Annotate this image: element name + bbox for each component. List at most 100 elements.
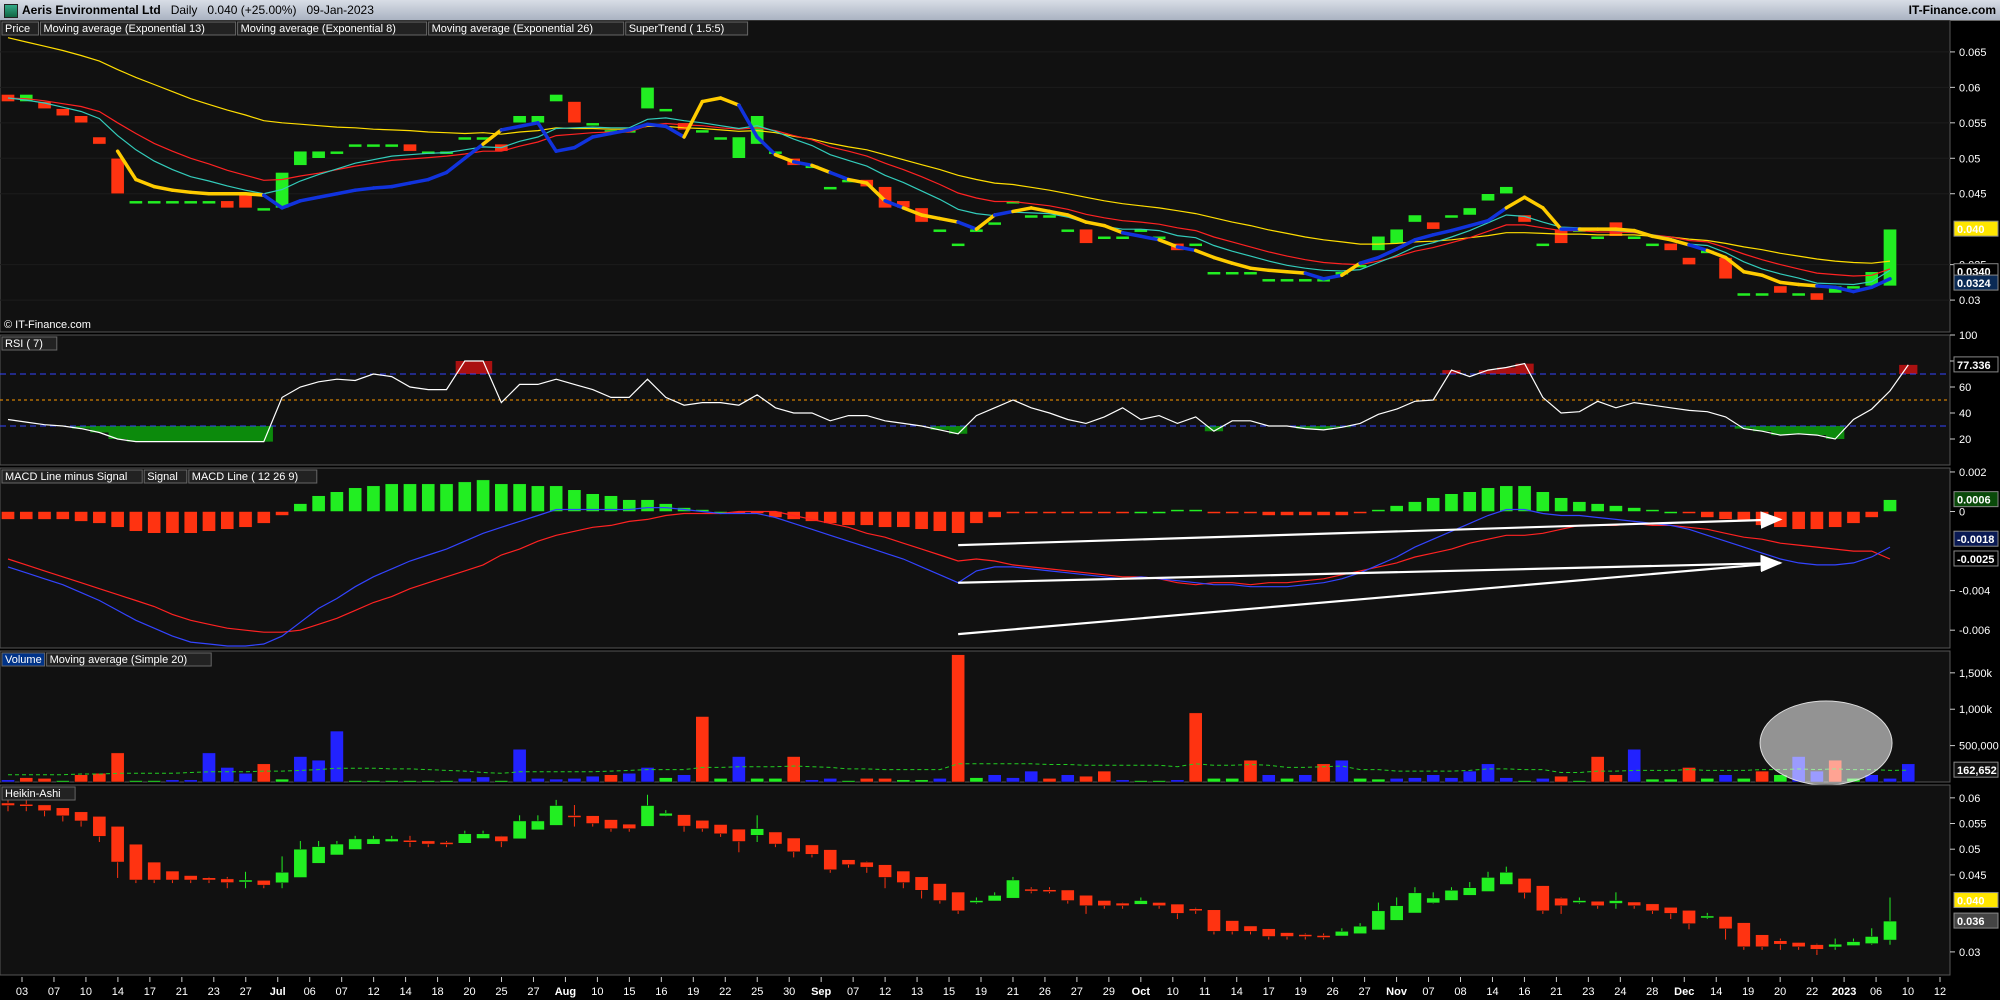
- volume-bar: [878, 778, 892, 783]
- price-legend-item: Moving average (Exponential 8): [241, 23, 396, 35]
- volume-bar: [768, 778, 783, 783]
- price-candle: [92, 136, 107, 145]
- rsi-axis-tick-label: 20: [1959, 434, 1971, 446]
- price-legend-item: Price: [5, 23, 30, 35]
- date-label: 17: [144, 986, 156, 998]
- price-candle: [567, 101, 582, 124]
- volume-bar: [19, 777, 34, 783]
- volume-bar: [549, 778, 563, 783]
- volume-bar: [1115, 779, 1130, 783]
- date-label: 16: [655, 986, 667, 998]
- volume-legend-item: Volume: [5, 654, 42, 666]
- ha-candle: [238, 879, 253, 883]
- ha-candle: [823, 849, 838, 870]
- date-axis: 03 07 10 14 17 21 23 27 Jul 06 07 12 14 18 20 25 27 Aug 10…: [0, 977, 2000, 1000]
- ha-candle: [604, 819, 618, 829]
- ha-candle: [1444, 890, 1459, 901]
- chart-title: Aeris Environmental Ltd Daily 0.040 (+25…: [22, 3, 374, 17]
- ha-candle: [512, 820, 527, 840]
- ha-candle: [330, 843, 344, 856]
- date-label: 12: [879, 986, 891, 998]
- macd-histogram-bar: [1791, 511, 1806, 530]
- volume-bar: [1188, 712, 1203, 783]
- volume-bar: [421, 780, 436, 783]
- volume-bar: [695, 716, 710, 783]
- price-candle: [330, 150, 344, 155]
- macd-histogram-bar: [330, 491, 344, 512]
- macd-histogram-bar: [1590, 503, 1605, 512]
- volume-bar: [1408, 777, 1422, 783]
- price-candle: [695, 129, 710, 134]
- price-candle: [165, 200, 180, 205]
- ha-candle: [1609, 900, 1623, 904]
- ha-axis-tick-label: 0.05: [1959, 844, 1980, 856]
- macd-histogram-bar: [1700, 511, 1715, 518]
- macd-legend-item: Signal: [147, 471, 178, 483]
- ha-candle: [585, 815, 600, 824]
- volume-bar: [1883, 778, 1897, 783]
- macd-histogram-bar: [1444, 493, 1459, 512]
- macd-axis-tick-label: -0.004: [1959, 586, 1990, 598]
- price-candle: [348, 143, 362, 148]
- date-label: 23: [208, 986, 220, 998]
- price-axis-tick-label: 0.03: [1959, 295, 1980, 307]
- date-label: 07: [1422, 986, 1434, 998]
- macd-legend-item: MACD Line ( 12 26 9): [192, 471, 298, 483]
- date-label: 13: [911, 986, 923, 998]
- volume-bar: [1736, 778, 1751, 783]
- volume-legend-item: Moving average (Simple 20): [50, 654, 188, 666]
- macd-histogram-bar: [512, 483, 527, 512]
- macd-histogram-bar: [129, 511, 143, 532]
- volume-bar: [1371, 778, 1386, 783]
- rsi-last-label: 77.336: [1957, 360, 1991, 372]
- macd-histogram-bar: [1883, 499, 1897, 512]
- date-label: 22: [719, 986, 731, 998]
- price-candle: [933, 228, 947, 233]
- ha-candle: [695, 820, 710, 829]
- volume-bar: [366, 780, 381, 783]
- macd-legend-item: MACD Line minus Signal: [5, 471, 127, 483]
- date-label: 22: [1806, 986, 1818, 998]
- volume-bar: [1079, 775, 1093, 783]
- supertrend-segment: [1267, 268, 1289, 274]
- volume-bar: [1572, 780, 1587, 783]
- date-label: Oct: [1132, 986, 1151, 998]
- price-candle: [1225, 271, 1240, 275]
- ha-candle: [805, 844, 819, 855]
- volume-bar: [512, 749, 527, 783]
- date-label: 25: [495, 986, 507, 998]
- macd-histogram-bar: [293, 503, 308, 512]
- chart-area[interactable]: 0.0650.060.0550.050.0450.0350.030.0400.0…: [0, 20, 2000, 1000]
- ha-candle: [1645, 903, 1660, 912]
- macd-histogram-bar: [1152, 511, 1166, 514]
- date-label: 24: [1614, 986, 1626, 998]
- price-candle: [713, 136, 728, 141]
- ha-candle: [494, 835, 509, 842]
- date-label: 27: [1071, 986, 1083, 998]
- macd-histogram-bar: [1462, 491, 1477, 512]
- macd-histogram-bar: [366, 485, 381, 512]
- macd-histogram-bar: [476, 479, 490, 512]
- ha-candle: [1627, 901, 1642, 906]
- volume-bar: [275, 778, 289, 783]
- ha-axis-tick-label: 0.03: [1959, 947, 1980, 959]
- date-label: 30: [783, 986, 795, 998]
- volume-bar: [914, 779, 929, 783]
- price-candle: [311, 150, 326, 159]
- ha-candle: [1042, 889, 1057, 892]
- ha-candle: [841, 859, 856, 865]
- date-label: 09-Jan-2023: [306, 3, 374, 17]
- volume-bar: [147, 780, 162, 783]
- chart-app-icon: [4, 4, 18, 18]
- macd-histogram-bar: [1, 511, 15, 520]
- volume-bar: [110, 752, 125, 783]
- volume-bar: [1060, 774, 1075, 783]
- volume-bar: [531, 778, 545, 783]
- date-label: 28: [1646, 986, 1658, 998]
- ha-candle: [658, 812, 673, 817]
- ha-candle: [439, 842, 454, 845]
- macd-panel: 0.002 0 -0.004 -0.006 0.0006 -0.0018 -0.0025 MA…: [0, 467, 1999, 649]
- ha-candle: [275, 872, 289, 883]
- volume-axis-tick-label: 1,000k: [1959, 704, 1993, 716]
- volume-bar: [1170, 779, 1185, 783]
